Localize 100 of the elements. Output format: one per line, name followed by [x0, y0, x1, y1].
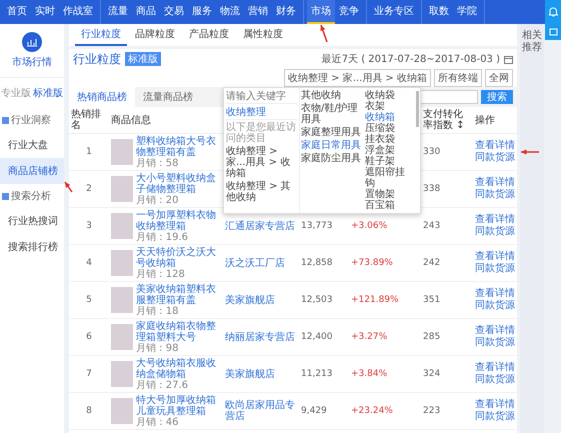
ranking-tab[interactable]: 热销商品榜 — [69, 87, 135, 107]
product-title[interactable]: 一号加厚塑料衣物收纳整理箱 — [136, 210, 221, 232]
scope-select[interactable]: 全网 — [485, 69, 513, 87]
nav-tab[interactable]: 业务专区 — [370, 0, 418, 24]
category-option[interactable]: 压缩袋 — [365, 123, 414, 134]
action-link[interactable]: 查看详情 — [475, 325, 515, 337]
version-toggle[interactable]: 专业版 — [1, 86, 31, 100]
category-option[interactable]: 家庭日常用具 — [301, 140, 362, 151]
product-title[interactable]: 大小号塑料收纳盒子储物整理箱 — [136, 172, 221, 194]
action-link[interactable]: 同款货源 — [475, 189, 515, 201]
nav-tab[interactable]: 交易 — [160, 0, 188, 24]
category-option[interactable]: 置物架 — [365, 189, 414, 200]
product-title[interactable]: 天天特价沃之沃大号收纳箱 — [136, 246, 221, 268]
action-link[interactable]: 同款货源 — [475, 300, 515, 312]
rate-cell: 223 — [421, 392, 473, 430]
action-link[interactable]: 查看详情 — [475, 362, 515, 374]
sidebar-item[interactable]: 行业热搜词 — [0, 208, 64, 234]
shop-name[interactable]: 美家旗舰店 — [225, 294, 297, 306]
action-link[interactable]: 同款货源 — [475, 374, 515, 386]
category-option[interactable]: 挂衣袋 — [365, 134, 414, 145]
category-option[interactable]: 收纳箱 — [365, 112, 414, 123]
column-header: 操作 — [473, 107, 517, 134]
rate-cell: 324 — [421, 356, 473, 392]
chat-button[interactable] — [545, 24, 561, 40]
category-option[interactable]: 其他收纳 — [301, 90, 362, 101]
category-option[interactable]: 收纳袋 — [365, 90, 414, 101]
sidebar-item[interactable]: 商品店铺榜 — [0, 158, 64, 184]
monthly-sales: 月销 : 58 — [136, 158, 180, 168]
subtab[interactable]: 属性粒度 — [237, 24, 289, 46]
photo-placeholder — [111, 324, 133, 350]
keyword-field[interactable]: 请输入关键字 — [226, 90, 297, 104]
nav-tab[interactable]: 流量 — [104, 0, 132, 24]
index-cell: 12,400 — [299, 318, 349, 356]
current-category[interactable]: 收纳整理 — [226, 106, 297, 120]
nav-tab[interactable]: 实时 — [31, 0, 59, 24]
nav-tab[interactable]: 学院 — [453, 0, 481, 24]
product-title[interactable]: 家庭收纳箱衣物整理箱塑料大号 — [136, 320, 221, 342]
sidebar-group-label: 行业洞察 — [11, 114, 51, 127]
photo-placeholder — [111, 398, 133, 424]
action-link[interactable]: 同款货源 — [475, 411, 515, 423]
action-link[interactable]: 查看详情 — [475, 399, 515, 411]
recent-category[interactable]: 收纳整理 > 其他收纳 — [226, 181, 297, 203]
nav-tab[interactable]: 营销 — [244, 0, 272, 24]
photo-placeholder — [111, 213, 133, 239]
subtab[interactable]: 行业粒度 — [75, 24, 127, 46]
nav-tab[interactable]: 物流 — [216, 0, 244, 24]
action-link[interactable]: 同款货源 — [475, 152, 515, 164]
product-title[interactable]: 特大号加厚收纳箱儿童玩具整理箱 — [136, 394, 221, 416]
category-option[interactable]: 衣物/鞋/护理用具 — [301, 103, 362, 125]
action-link[interactable]: 查看详情 — [475, 214, 515, 226]
search-button[interactable]: 搜索 — [481, 90, 513, 104]
notification-button[interactable] — [545, 0, 561, 24]
nav-tab[interactable]: 作战室 — [59, 0, 97, 24]
version-toggle[interactable]: 标准版 — [33, 86, 63, 100]
shop-name[interactable]: 美家旗舰店 — [225, 368, 297, 380]
sidebar-item[interactable]: 行业大盘 — [0, 132, 64, 158]
shop-name[interactable]: 沃之沃工厂店 — [225, 258, 297, 268]
nav-tab[interactable]: 商品 — [132, 0, 160, 24]
nav-tab[interactable]: 取数 — [425, 0, 453, 24]
category-option[interactable]: 家庭防尘用具 — [301, 153, 362, 164]
shop-name[interactable]: 纳丽居家专营店 — [225, 332, 297, 342]
action-link[interactable]: 查看详情 — [475, 251, 515, 263]
shop-name[interactable]: 汇通居家专营店 — [225, 220, 297, 232]
calendar-icon[interactable] — [504, 54, 513, 64]
nav-tab[interactable]: 首页 — [3, 0, 31, 24]
sidebar-item[interactable]: 搜索排行榜 — [0, 234, 64, 260]
monthly-sales: 月销 : 128 — [136, 268, 186, 280]
product-title[interactable]: 大号收纳箱衣服收纳盒储物箱 — [136, 358, 221, 380]
action-link[interactable]: 查看详情 — [475, 177, 515, 189]
rank-cell: 4 — [69, 244, 109, 282]
product-title[interactable]: 塑料收纳箱大号衣物整理箱有盖 — [136, 136, 221, 158]
recent-category[interactable]: 收纳整理 > 家...用具 > 收纳箱 — [226, 146, 297, 179]
action-link[interactable]: 同款货源 — [475, 263, 515, 275]
rate-cell: 351 — [421, 282, 473, 318]
category-option[interactable]: 遮阳帘挂钩 — [365, 167, 414, 189]
nav-tab[interactable]: 竞争 — [335, 0, 363, 24]
chat-icon — [548, 28, 558, 36]
nav-tab[interactable]: 市场 — [307, 0, 335, 24]
nav-tab[interactable]: 服务 — [188, 0, 216, 24]
subtab[interactable]: 品牌粒度 — [129, 24, 181, 46]
scrollbar-thumb[interactable] — [416, 91, 419, 127]
nav-tab[interactable]: 财务 — [272, 0, 300, 24]
monthly-sales: 月销 : 18 — [136, 306, 180, 316]
category-option[interactable]: 鞋子架 — [365, 156, 414, 167]
category-select[interactable]: 收纳整理 > 家...用具 > 收纳箱 — [284, 69, 431, 87]
action-link[interactable]: 同款货源 — [475, 337, 515, 349]
terminal-select[interactable]: 所有终端 — [434, 69, 482, 87]
subtab[interactable]: 产品粒度 — [183, 24, 235, 46]
photo-placeholder — [111, 361, 133, 387]
category-option[interactable]: 浮盒架 — [365, 145, 414, 156]
action-link[interactable]: 查看详情 — [475, 140, 515, 152]
category-option[interactable]: 衣架 — [365, 101, 414, 112]
ranking-tab[interactable]: 流量商品榜 — [135, 87, 201, 107]
action-link[interactable]: 查看详情 — [475, 288, 515, 300]
group-icon — [2, 192, 9, 200]
product-title[interactable]: 美家收纳箱塑料衣服整理箱有盖 — [136, 284, 221, 306]
category-option[interactable]: 家庭整理用具 — [301, 127, 362, 138]
shop-name[interactable]: 欧尚居家用品专营店 — [225, 400, 297, 422]
recent-title: 以下是您最近访问的类目 — [226, 122, 297, 144]
action-link[interactable]: 同款货源 — [475, 226, 515, 238]
